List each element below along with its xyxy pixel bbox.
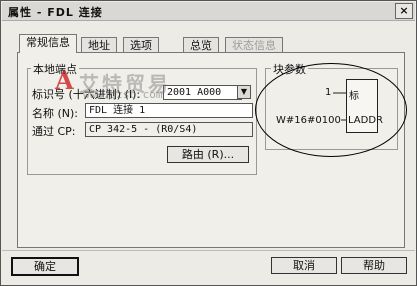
name-field[interactable]: FDL 连接 1 xyxy=(85,103,253,118)
footer-separator xyxy=(2,250,415,251)
id-label: 标识号 (十六进制) (I): xyxy=(32,88,141,101)
tab-status[interactable]: 状态信息 xyxy=(225,37,283,52)
via-cp-field: CP 342-5 - (R0/S4) xyxy=(85,122,253,137)
tab-general[interactable]: 常规信息 xyxy=(19,34,77,53)
block-params-group-label: 块参数 xyxy=(271,61,308,77)
name-label: 名称 (N): xyxy=(32,107,79,120)
help-button[interactable]: 帮助 xyxy=(341,257,407,274)
laddr-value: W#16#0100 xyxy=(276,115,341,126)
tab-options[interactable]: 选项 xyxy=(123,37,159,52)
id-select[interactable]: 2001 A000 xyxy=(163,85,242,100)
via-cp-label: 通过 CP: xyxy=(32,125,76,138)
properties-dialog: 属性 - FDL 连接 × 常规信息 地址 选项 总览 状态信息 本地端点 标识… xyxy=(0,0,417,286)
id-pin-label: 标 xyxy=(349,91,359,102)
route-button[interactable]: 路由 (R)... xyxy=(167,146,249,163)
tab-overview[interactable]: 总览 xyxy=(183,37,219,52)
laddr-label: LADDR xyxy=(348,115,383,126)
id-pin-value: 1 xyxy=(325,87,332,98)
cancel-button[interactable]: 取消 xyxy=(271,257,337,274)
chevron-down-icon[interactable]: ▼ xyxy=(237,85,251,99)
title-bar: 属性 - FDL 连接 × xyxy=(2,2,415,21)
window-title: 属性 - FDL 连接 xyxy=(8,6,103,19)
tab-address[interactable]: 地址 xyxy=(81,37,117,52)
close-button[interactable]: × xyxy=(395,3,413,19)
ok-button[interactable]: 确定 xyxy=(11,257,79,276)
close-icon: × xyxy=(399,4,409,17)
local-endpoint-group-label: 本地端点 xyxy=(31,61,79,77)
